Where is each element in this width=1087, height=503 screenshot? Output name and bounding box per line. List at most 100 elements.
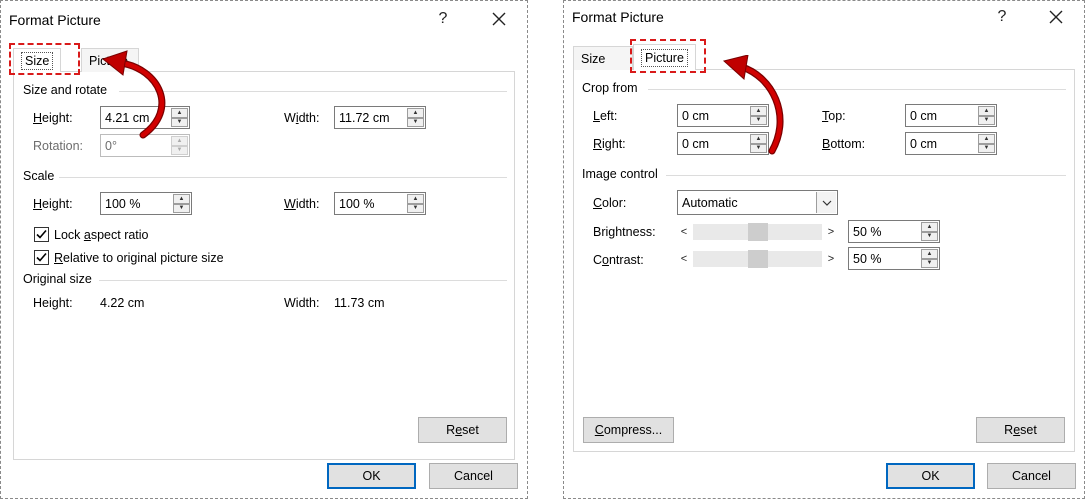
size-and-rotate-heading: Size and rotate	[23, 83, 108, 97]
spin-up-arrow-icon[interactable]: ▲	[407, 194, 424, 204]
relative-size-label[interactable]: Relative to original picture size	[54, 251, 224, 265]
spin-down-arrow-icon[interactable]: ▼	[978, 143, 995, 153]
spin-up-arrow-icon[interactable]: ▲	[173, 194, 190, 204]
tab-size[interactable]: Size	[573, 46, 633, 70]
slider-left-arrow-icon[interactable]: <	[677, 224, 691, 240]
original-height-value: 4.22 cm	[100, 296, 145, 310]
slider-right-arrow-icon[interactable]: >	[824, 251, 838, 267]
tab-size-label: Size	[581, 51, 606, 66]
rotation-spinner: 0° ▲ ▼	[100, 134, 190, 157]
group-divider	[99, 280, 507, 281]
spin-up-arrow-icon[interactable]: ▲	[978, 106, 995, 116]
brightness-value[interactable]: 50 %	[853, 225, 882, 239]
tab-picture-label: Picture	[89, 53, 128, 68]
spin-down-arrow-icon[interactable]: ▼	[750, 143, 767, 153]
tab-size[interactable]: Size	[13, 48, 62, 72]
rotate-height-label: Height:	[33, 111, 73, 125]
reset-label: Reset	[446, 423, 479, 437]
spin-up-arrow-icon[interactable]: ▲	[407, 108, 424, 118]
close-button[interactable]	[1036, 3, 1076, 31]
crop-top-label: Top:	[822, 109, 846, 123]
color-value[interactable]: Automatic	[682, 196, 738, 210]
spin-down-arrow-icon[interactable]: ▼	[750, 115, 767, 125]
relative-size-checkbox[interactable]	[34, 250, 49, 265]
group-divider	[59, 177, 507, 178]
crop-top-value[interactable]: 0 cm	[910, 109, 937, 123]
brightness-slider[interactable]: < >	[677, 222, 838, 242]
help-button[interactable]: ?	[982, 3, 1022, 31]
scale-width-label: Width:	[284, 197, 320, 211]
crop-bottom-value[interactable]: 0 cm	[910, 137, 937, 151]
title-bar: Format Picture ?	[564, 1, 1084, 37]
original-size-heading: Original size	[23, 272, 92, 286]
spin-up-arrow-icon[interactable]: ▲	[921, 249, 938, 259]
lock-aspect-ratio-label[interactable]: Lock aspect ratio	[54, 228, 149, 242]
crop-bottom-label: Bottom:	[822, 137, 866, 151]
slider-thumb[interactable]	[747, 250, 768, 268]
rotate-height-value[interactable]: 4.21 cm	[105, 111, 149, 125]
close-button[interactable]	[479, 5, 519, 33]
scale-heading: Scale	[23, 169, 55, 183]
original-height-label: Height:	[33, 296, 73, 310]
scale-height-value[interactable]: 100 %	[105, 197, 140, 211]
lock-aspect-ratio-checkbox[interactable]	[34, 227, 49, 242]
crop-top-spinner[interactable]: 0 cm ▲ ▼	[905, 104, 997, 127]
original-width-label: Width:	[284, 296, 320, 310]
spin-up-arrow-icon[interactable]: ▲	[921, 222, 938, 232]
cancel-button[interactable]: Cancel	[987, 463, 1076, 489]
crop-right-spinner[interactable]: 0 cm ▲ ▼	[677, 132, 769, 155]
contrast-slider[interactable]: < >	[677, 249, 838, 269]
crop-left-spinner[interactable]: 0 cm ▲ ▼	[677, 104, 769, 127]
tab-panel-size	[13, 71, 515, 460]
tab-size-label: Size	[21, 51, 54, 70]
close-icon	[492, 12, 506, 26]
help-button[interactable]: ?	[423, 5, 463, 33]
reset-button[interactable]: Reset	[976, 417, 1065, 443]
compress-button[interactable]: Compress...	[583, 417, 674, 443]
spin-down-arrow-icon[interactable]: ▼	[407, 117, 424, 127]
scale-height-spinner[interactable]: 100 % ▲ ▼	[100, 192, 192, 215]
slider-right-arrow-icon[interactable]: >	[824, 224, 838, 240]
dialog-title: Format Picture	[9, 12, 101, 28]
ok-button[interactable]: OK	[327, 463, 416, 489]
slider-left-arrow-icon[interactable]: <	[677, 251, 691, 267]
slider-thumb[interactable]	[747, 223, 768, 241]
scale-width-spinner[interactable]: 100 % ▲ ▼	[334, 192, 426, 215]
crop-right-value[interactable]: 0 cm	[682, 137, 709, 151]
compress-label: Compress...	[594, 423, 663, 437]
color-label: Color:	[593, 196, 627, 210]
spin-up-arrow-icon[interactable]: ▲	[750, 134, 767, 144]
spin-down-arrow-icon[interactable]: ▼	[173, 203, 190, 213]
reset-button[interactable]: Reset	[418, 417, 507, 443]
rotation-label: Rotation:	[33, 139, 84, 153]
crop-left-value[interactable]: 0 cm	[682, 109, 709, 123]
rotate-width-label: Width:	[284, 111, 320, 125]
format-picture-dialog-picture: Format Picture ? Size Picture Crop from …	[563, 0, 1085, 499]
spin-up-arrow-icon[interactable]: ▲	[171, 108, 188, 118]
ok-button[interactable]: OK	[886, 463, 975, 489]
spin-up-arrow-icon[interactable]: ▲	[978, 134, 995, 144]
crop-bottom-spinner[interactable]: 0 cm ▲ ▼	[905, 132, 997, 155]
spin-down-arrow-icon[interactable]: ▼	[978, 115, 995, 125]
contrast-value[interactable]: 50 %	[853, 252, 882, 266]
chevron-down-icon[interactable]	[816, 192, 836, 213]
scale-width-value[interactable]: 100 %	[339, 197, 374, 211]
contrast-spinner[interactable]: 50 % ▲ ▼	[848, 247, 940, 270]
spin-up-arrow-icon[interactable]: ▲	[750, 106, 767, 116]
spin-down-arrow-icon[interactable]: ▼	[171, 117, 188, 127]
rotate-height-spinner[interactable]: 4.21 cm ▲ ▼	[100, 106, 190, 129]
spin-down-arrow-icon[interactable]: ▼	[407, 203, 424, 213]
format-picture-dialog-size: Format Picture ? Size Picture Size and r…	[0, 0, 528, 499]
scale-height-label: Height:	[33, 197, 73, 211]
tab-picture[interactable]: Picture	[633, 44, 696, 70]
tab-picture[interactable]: Picture	[81, 48, 139, 72]
rotate-width-value[interactable]: 11.72 cm	[339, 111, 390, 125]
cancel-button[interactable]: Cancel	[429, 463, 518, 489]
rotate-width-spinner[interactable]: 11.72 cm ▲ ▼	[334, 106, 426, 129]
color-dropdown[interactable]: Automatic	[677, 190, 838, 215]
brightness-spinner[interactable]: 50 % ▲ ▼	[848, 220, 940, 243]
spin-down-arrow-icon[interactable]: ▼	[921, 258, 938, 268]
close-icon	[1049, 10, 1063, 24]
reset-label: Reset	[1004, 423, 1037, 437]
spin-down-arrow-icon[interactable]: ▼	[921, 231, 938, 241]
